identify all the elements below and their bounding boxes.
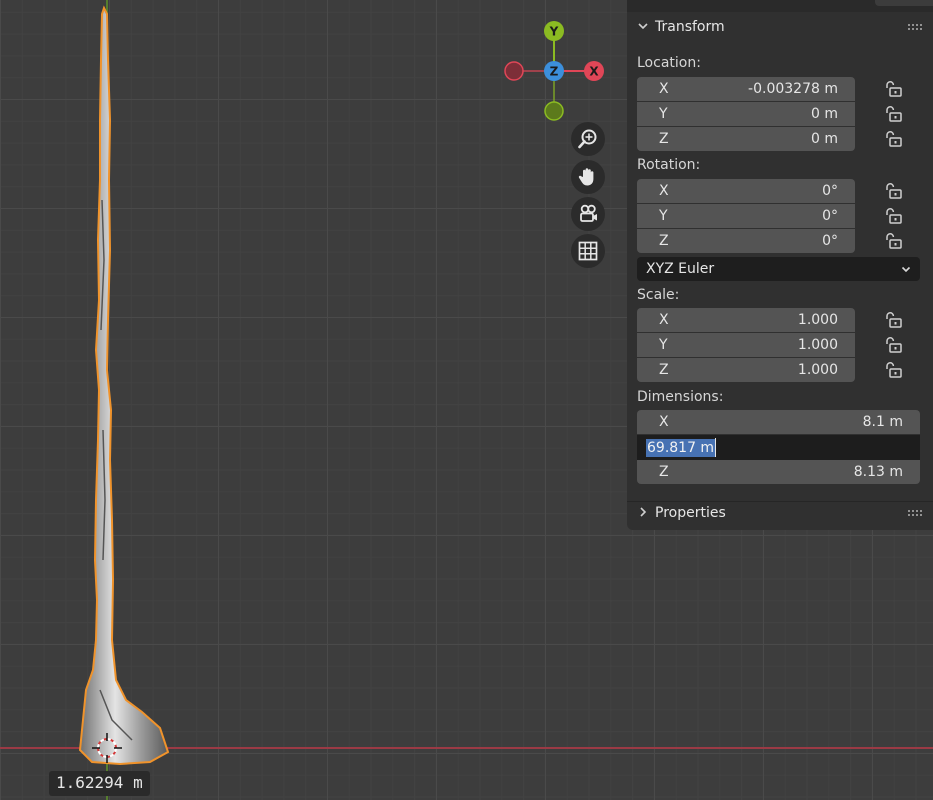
transform-title: Transform [655, 19, 725, 35]
pan-hand-icon [578, 168, 594, 186]
scale-z-field[interactable]: Z 1.000 [637, 358, 855, 382]
rotation-y-field[interactable]: Y 0° [637, 204, 855, 228]
field-axis: X [659, 312, 669, 328]
field-value: -0.003278 m [748, 81, 838, 97]
gizmo-neg-x[interactable] [504, 61, 524, 81]
rotation-x-field[interactable]: X 0° [637, 179, 855, 203]
grid-view-button[interactable] [571, 234, 605, 268]
field-value: 0 m [811, 131, 838, 147]
lock-icon[interactable] [882, 130, 904, 148]
lock-icon[interactable] [882, 182, 904, 200]
field-value: 8.1 m [862, 414, 903, 430]
location-label: Location: [637, 55, 701, 71]
field-value: 1.000 [797, 337, 838, 353]
rotation-z-field[interactable]: Z 0° [637, 229, 855, 253]
zoom-button[interactable] [571, 122, 605, 156]
field-value: 1.000 [797, 362, 838, 378]
field-value: 0° [822, 183, 838, 199]
location-z-field[interactable]: Z 0 m [637, 127, 855, 151]
gizmo-y-label: Y [549, 25, 559, 39]
dimensions-z-field[interactable]: Z 8.13 m [637, 460, 920, 484]
lock-icon[interactable] [882, 105, 904, 123]
gizmo-z[interactable]: Z [544, 61, 564, 81]
field-axis: Y [659, 106, 668, 122]
lock-icon[interactable] [882, 311, 904, 329]
navigation-gizmo[interactable]: Y X Z [500, 18, 610, 128]
camera-icon [580, 204, 597, 222]
text-caret [715, 438, 717, 457]
scale-x-field[interactable]: X 1.000 [637, 308, 855, 332]
field-value: 1.000 [797, 312, 838, 328]
field-value: 0° [822, 233, 838, 249]
field-value: 0 m [811, 106, 838, 122]
scale-label: Scale: [637, 287, 680, 303]
field-axis: Z [659, 233, 669, 249]
pan-button[interactable] [571, 160, 605, 194]
gizmo-x[interactable]: X [584, 61, 604, 81]
3d-cursor-icon [92, 733, 122, 763]
dimensions-y-input[interactable]: 69.817 m [637, 435, 920, 460]
location-y-field[interactable]: Y 0 m [637, 102, 855, 126]
gizmo-x-label: X [589, 65, 599, 79]
properties-header[interactable]: Properties [627, 499, 933, 527]
gizmo-neg-y[interactable] [544, 101, 564, 121]
gizmo-z-label: Z [550, 65, 559, 79]
transform-header[interactable]: Transform [627, 13, 933, 41]
scale-y-field[interactable]: Y 1.000 [637, 333, 855, 357]
drag-handle-icon[interactable] [907, 23, 923, 31]
selected-text: 69.817 m [646, 438, 716, 457]
chevron-right-icon [637, 506, 651, 521]
gizmo-y[interactable]: Y [544, 21, 564, 41]
header-strip [627, 0, 933, 12]
properties-title: Properties [655, 505, 726, 521]
dimensions-label: Dimensions: [637, 389, 724, 405]
field-axis: Z [659, 362, 669, 378]
drag-handle-icon[interactable] [907, 509, 923, 517]
lock-icon[interactable] [882, 232, 904, 250]
field-value: 8.13 m [853, 464, 903, 480]
rotation-mode-select[interactable]: XYZ Euler [637, 257, 920, 281]
lock-icon[interactable] [882, 207, 904, 225]
distance-readout: 1.62294 m [49, 771, 150, 796]
lock-icon[interactable] [882, 361, 904, 379]
grid-icon [578, 241, 598, 261]
location-x-field[interactable]: X -0.003278 m [637, 77, 855, 101]
field-axis: Z [659, 131, 669, 147]
chevron-down-icon [637, 20, 651, 35]
sidebar-panel: Transform Location: X -0.003278 m Y 0 m Z 0… [627, 12, 933, 530]
camera-view-button[interactable] [571, 197, 605, 231]
field-axis: X [659, 81, 669, 97]
field-value: 0° [822, 208, 838, 224]
zoom-icon [578, 129, 597, 149]
field-axis: Y [659, 208, 668, 224]
rotation-label: Rotation: [637, 157, 701, 173]
field-axis: X [659, 414, 669, 430]
dimensions-x-field[interactable]: X 8.1 m [637, 410, 920, 434]
field-axis: Y [659, 337, 668, 353]
field-axis: X [659, 183, 669, 199]
chevron-down-icon [901, 266, 911, 273]
lock-icon[interactable] [882, 80, 904, 98]
field-axis: Z [659, 464, 669, 480]
lock-icon[interactable] [882, 336, 904, 354]
rotation-mode-value: XYZ Euler [646, 261, 715, 277]
